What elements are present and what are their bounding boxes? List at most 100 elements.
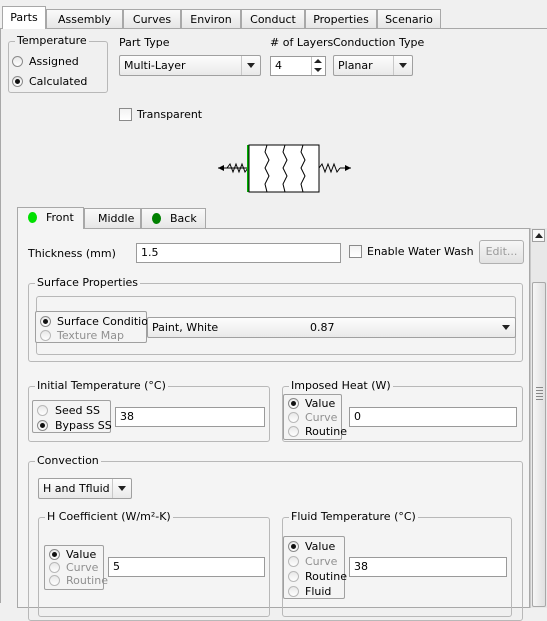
chevron-down-icon xyxy=(112,479,131,498)
surface-condition-select[interactable]: Paint, White 0.87 xyxy=(147,317,516,338)
tab-environ[interactable]: Environ xyxy=(181,9,241,28)
h-value-label: Value xyxy=(66,548,97,561)
imposed-curve-label: Curve xyxy=(305,411,338,424)
bypass-ss-label: Bypass SS xyxy=(55,419,112,432)
h-curve-label: Curve xyxy=(66,561,99,574)
seed-ss-radio[interactable] xyxy=(37,405,48,416)
imposed-curve-radio[interactable] xyxy=(288,412,299,423)
vertical-scrollbar[interactable] xyxy=(530,228,547,608)
imposed-heat-value: 0 xyxy=(354,410,361,423)
layers-label: # of Layers xyxy=(270,36,334,49)
fluid-curve-label: Curve xyxy=(305,555,338,568)
thickness-value: 1.5 xyxy=(141,246,159,259)
h-value-radio[interactable] xyxy=(49,549,60,560)
fluid-temperature-value: 38 xyxy=(354,560,368,573)
fluid-routine-radio[interactable] xyxy=(288,571,299,582)
surface-condition-label: Surface Condition xyxy=(57,315,155,328)
initial-temperature-legend: Initial Temperature (°C) xyxy=(35,379,168,392)
stepper-down-icon[interactable] xyxy=(311,66,325,75)
seed-ss-label: Seed SS xyxy=(55,404,100,417)
imposed-heat-radio-group: Value Curve Routine xyxy=(283,394,347,440)
fluid-fluid-radio[interactable] xyxy=(288,586,299,597)
tab-properties[interactable]: Properties xyxy=(305,9,377,28)
front-dot-icon xyxy=(28,212,37,223)
tab-middle[interactable]: Middle xyxy=(84,208,141,228)
tab-back[interactable]: Back xyxy=(141,208,206,228)
edit-button[interactable]: Edit... xyxy=(479,240,524,264)
fluid-value-label: Value xyxy=(305,540,336,553)
imposed-heat-legend: Imposed Heat (W) xyxy=(289,379,393,392)
tab-front[interactable]: Front xyxy=(17,207,84,229)
fluid-temperature-input[interactable]: 38 xyxy=(349,557,507,577)
conduction-type-label: Conduction Type xyxy=(333,36,425,49)
surface-condition-value: Paint, White xyxy=(152,321,219,334)
fluid-curve-radio[interactable] xyxy=(288,556,299,567)
tab-front-label: Front xyxy=(46,211,74,224)
fluid-temp-radio-group: Value Curve Routine Fluid xyxy=(283,536,347,599)
grip-icon xyxy=(536,387,543,401)
convection-mode-select[interactable]: H and Tfluid xyxy=(38,478,132,499)
temperature-legend: Temperature xyxy=(15,34,89,47)
chevron-down-icon xyxy=(241,56,260,75)
initial-temperature-input[interactable]: 38 xyxy=(115,407,265,427)
layers-stepper[interactable]: 4 xyxy=(270,56,326,76)
transparent-checkbox[interactable] xyxy=(119,108,132,121)
bypass-ss-radio[interactable] xyxy=(37,420,48,431)
convection-mode-value: H and Tfluid xyxy=(43,482,110,495)
fluid-routine-label: Routine xyxy=(305,570,347,583)
transparent-label: Transparent xyxy=(137,108,203,121)
conduction-type-value: Planar xyxy=(338,59,373,72)
stepper-up-icon[interactable] xyxy=(311,57,325,66)
tab-middle-label: Middle xyxy=(98,212,135,225)
h-coefficient-legend: H Coefficient (W/m²-K) xyxy=(45,510,173,523)
calculated-radio[interactable] xyxy=(12,76,23,87)
scroll-up-icon[interactable] xyxy=(532,229,545,242)
convection-legend: Convection xyxy=(35,454,101,467)
chevron-down-icon xyxy=(497,318,515,337)
tab-assembly[interactable]: Assembly xyxy=(46,9,123,28)
imposed-routine-radio[interactable] xyxy=(288,426,299,437)
layer-diagram-icon xyxy=(218,144,351,193)
h-routine-label: Routine xyxy=(66,574,108,587)
thickness-label: Thickness (mm) xyxy=(28,247,116,260)
panel-border xyxy=(0,28,1,603)
tab-back-label: Back xyxy=(170,212,197,225)
h-coeff-radio-group: Value Curve Routine xyxy=(44,545,108,590)
water-wash-checkbox[interactable] xyxy=(349,245,362,258)
imposed-value-label: Value xyxy=(305,397,336,410)
initial-temperature-value: 38 xyxy=(120,410,134,423)
h-curve-radio[interactable] xyxy=(49,562,60,573)
tab-scenario[interactable]: Scenario xyxy=(377,9,441,28)
back-dot-icon xyxy=(152,213,161,224)
tab-conduct[interactable]: Conduct xyxy=(241,9,305,28)
part-type-label: Part Type xyxy=(119,36,170,49)
fluid-temperature-legend: Fluid Temperature (°C) xyxy=(289,510,418,523)
assigned-radio[interactable] xyxy=(12,56,23,67)
tab-parts[interactable]: Parts xyxy=(2,6,46,29)
part-type-value: Multi-Layer xyxy=(124,59,186,72)
surface-mode-radio-group: Surface Condition Texture Map xyxy=(35,311,155,343)
imposed-heat-input[interactable]: 0 xyxy=(349,407,517,427)
texture-map-radio[interactable] xyxy=(40,330,51,341)
thickness-input[interactable]: 1.5 xyxy=(136,243,341,263)
fluid-fluid-label: Fluid xyxy=(305,585,332,598)
tab-curves[interactable]: Curves xyxy=(123,9,181,28)
h-routine-radio[interactable] xyxy=(49,575,60,586)
layers-value: 4 xyxy=(275,59,282,72)
water-wash-label: Enable Water Wash xyxy=(367,245,474,258)
initial-temp-radio-group: Seed SS Bypass SS xyxy=(32,400,112,433)
calculated-label: Calculated xyxy=(29,75,88,88)
assigned-label: Assigned xyxy=(29,55,79,68)
surface-condition-radio[interactable] xyxy=(40,316,51,327)
part-type-select[interactable]: Multi-Layer xyxy=(119,55,261,76)
imposed-value-radio[interactable] xyxy=(288,398,299,409)
conduction-type-select[interactable]: Planar xyxy=(333,55,413,76)
scroll-thumb[interactable] xyxy=(532,282,546,607)
front-panel: Thickness (mm) 1.5 Enable Water Wash Edi… xyxy=(17,228,530,621)
imposed-routine-label: Routine xyxy=(305,425,347,438)
surface-properties-legend: Surface Properties xyxy=(35,276,140,289)
surface-emissivity-value: 0.87 xyxy=(310,321,335,334)
chevron-down-icon xyxy=(393,56,412,75)
fluid-value-radio[interactable] xyxy=(288,541,299,552)
h-coefficient-input[interactable]: 5 xyxy=(108,557,265,577)
